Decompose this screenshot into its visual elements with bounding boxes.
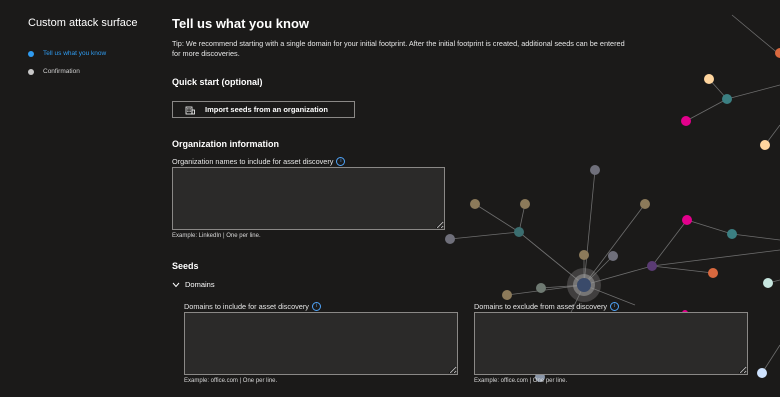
exclude-domains-label: Domains to exclude from asset discovery … bbox=[474, 302, 620, 311]
include-domains-hint: Example: office.com | One per line. bbox=[184, 378, 278, 384]
exclude-domains-input[interactable] bbox=[474, 312, 748, 375]
import-button-label: Import seeds from an organization bbox=[205, 105, 328, 114]
org-names-input[interactable] bbox=[172, 167, 445, 230]
domains-toggle[interactable]: Domains bbox=[172, 280, 215, 289]
info-icon[interactable]: i bbox=[610, 302, 620, 311]
step-tell-us-what-you-know[interactable]: Tell us what you know bbox=[28, 50, 106, 57]
include-domains-label: Domains to include for asset discovery i bbox=[184, 302, 321, 311]
org-names-label: Organization names to include for asset … bbox=[172, 157, 346, 166]
seeds-heading: Seeds bbox=[172, 261, 199, 271]
building-icon bbox=[185, 106, 195, 114]
include-domains-input[interactable] bbox=[184, 312, 458, 375]
exclude-domains-label-text: Domains to exclude from asset discovery bbox=[474, 302, 608, 311]
import-seeds-button[interactable]: Import seeds from an organization bbox=[172, 101, 355, 118]
org-names-label-text: Organization names to include for asset … bbox=[172, 157, 334, 166]
step-active-dot-icon bbox=[28, 50, 34, 57]
exclude-domains-hint: Example: office.com | One per line. bbox=[474, 378, 568, 384]
step-label: Tell us what you know bbox=[43, 50, 107, 57]
info-icon[interactable]: i bbox=[311, 302, 321, 311]
page-title: Tell us what you know bbox=[172, 16, 309, 31]
org-info-heading: Organization information bbox=[172, 139, 279, 149]
info-icon[interactable]: i bbox=[336, 157, 346, 166]
tip-text: Tip: We recommend starting with a single… bbox=[172, 39, 625, 58]
org-names-hint: Example: LinkedIn | One per line. bbox=[172, 233, 261, 239]
domains-toggle-label: Domains bbox=[185, 280, 215, 289]
include-domains-label-text: Domains to include for asset discovery bbox=[184, 302, 309, 311]
quick-start-heading: Quick start (optional) bbox=[172, 77, 263, 87]
step-confirmation[interactable]: Confirmation bbox=[28, 68, 80, 75]
step-label: Confirmation bbox=[43, 68, 80, 75]
chevron-down-icon bbox=[172, 282, 180, 287]
step-inactive-dot-icon bbox=[28, 68, 34, 75]
sidebar-title: Custom attack surface bbox=[28, 17, 138, 29]
